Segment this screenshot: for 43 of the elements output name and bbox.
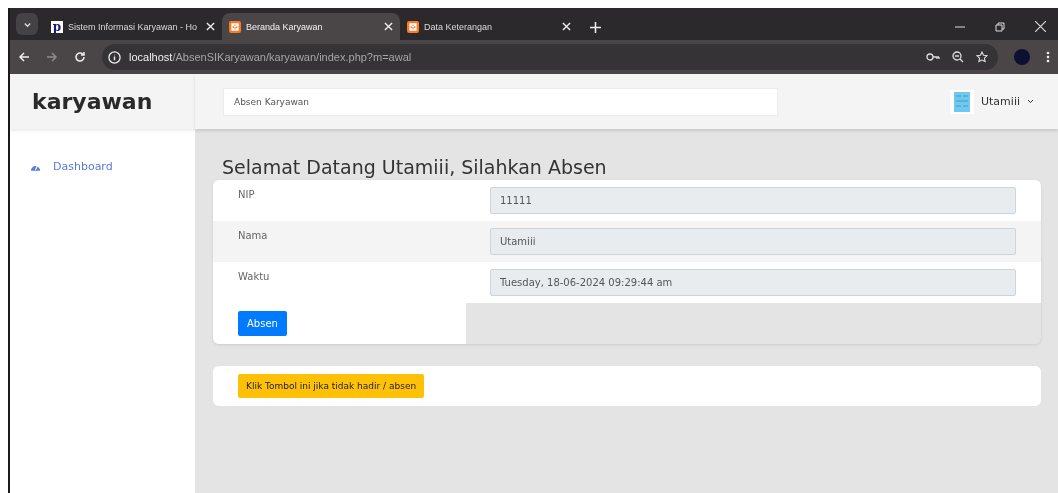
star-icon[interactable]	[976, 51, 988, 63]
not-present-button[interactable]: Klik Tombol ini jika tidak hadir / absen	[238, 374, 425, 398]
brand-title: karyawan	[10, 74, 195, 129]
browser-tab[interactable]: p Sistem Informasi Karyawan - Ho	[44, 13, 222, 40]
menu-button[interactable]	[1046, 51, 1050, 63]
user-avatar-icon	[950, 89, 974, 114]
sidebar-item[interactable]: Dashboard	[10, 129, 195, 173]
xampp-favicon-icon	[229, 20, 241, 33]
tab-title: Beranda Karyawan	[246, 21, 324, 32]
field-label: NIP	[238, 189, 256, 200]
close-button[interactable]	[1035, 21, 1046, 32]
input-field[interactable]: 11111	[490, 187, 1016, 214]
chevron-down-icon	[1027, 99, 1034, 104]
xampp-favicon-icon	[407, 20, 419, 33]
user-menu[interactable]: Utamiii	[950, 89, 1034, 114]
minimize-button[interactable]	[955, 25, 965, 28]
url-text: localhost/AbsenSIKaryawan/karyawan/index.php?m=awal	[129, 51, 412, 63]
field-label: Waktu	[238, 271, 271, 282]
input-field[interactable]: Utamiii	[490, 228, 1016, 255]
absen-button[interactable]: Absen	[238, 311, 287, 336]
close-tab-button[interactable]	[206, 22, 215, 31]
page-label-bar: Absen Karyawan	[223, 87, 778, 116]
browser-tab[interactable]: Beranda Karyawan	[222, 13, 400, 40]
welcome-heading: Selamat Datang Utamiii, Silahkan Absen	[222, 156, 608, 178]
info-icon	[108, 50, 121, 64]
field-label: Nama	[238, 230, 269, 241]
address-bar[interactable]: localhost/AbsenSIKaryawan/karyawan/index.php?m=awal	[102, 44, 998, 70]
new-tab-button[interactable]	[590, 22, 601, 33]
favicon-icon: p	[51, 20, 63, 33]
key-icon[interactable]	[926, 51, 940, 63]
close-tab-button[interactable]	[384, 22, 393, 31]
zoom-out-icon[interactable]	[952, 51, 964, 63]
forward-button[interactable]	[46, 51, 58, 63]
reload-button[interactable]	[74, 51, 86, 63]
restore-button[interactable]	[995, 21, 1005, 32]
close-tab-button[interactable]	[562, 22, 571, 31]
browser-tab[interactable]: Data Keterangan	[400, 13, 578, 40]
minimize-icon	[955, 25, 965, 28]
tab-title: Data Keterangan	[424, 21, 494, 32]
tab-search-button[interactable]	[16, 13, 38, 35]
back-button[interactable]	[18, 51, 30, 63]
input-field[interactable]: Tuesday, 18-06-2024 09:29:44 am	[490, 269, 1016, 296]
tab-title: Sistem Informasi Karyawan - Ho	[68, 21, 199, 32]
